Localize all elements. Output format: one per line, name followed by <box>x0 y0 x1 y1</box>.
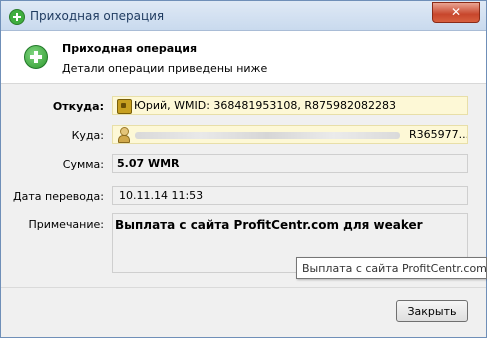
tooltip-text: Выплата с сайта ProfitCentr.com д <box>302 262 487 275</box>
blurred-recipient <box>135 132 400 139</box>
date-field[interactable]: 10.11.14 11:53 <box>112 186 468 205</box>
amount-value: 5.07 WMR <box>117 157 180 170</box>
wallet-icon <box>117 99 132 114</box>
user-icon <box>117 127 130 143</box>
window-close-button[interactable]: ✕ <box>432 2 480 23</box>
note-tooltip: Выплата с сайта ProfitCentr.com д <box>296 257 487 279</box>
close-icon: ✕ <box>450 5 462 19</box>
note-label: Примечание: <box>28 218 104 231</box>
from-value: Юрий, WMID: 368481953108, R875982082283 <box>134 99 397 112</box>
window-title: Приходная операция <box>30 9 165 23</box>
header-subtitle: Детали операции приведены ниже <box>62 62 268 75</box>
note-value: Выплата с сайта ProfitCentr.com для weak… <box>115 218 423 232</box>
title-bar[interactable]: Приходная операция ✕ <box>1 1 486 31</box>
from-label: Откуда: <box>52 100 104 113</box>
amount-field[interactable]: 5.07 WMR <box>112 154 468 173</box>
header-title: Приходная операция <box>62 42 198 55</box>
to-value: R365977... <box>409 128 468 141</box>
header-panel: Приходная операция Детали операции приве… <box>1 31 486 84</box>
footer-divider <box>1 287 486 288</box>
to-label: Куда: <box>71 129 104 142</box>
to-field[interactable]: R365977... <box>112 125 468 144</box>
close-button[interactable]: Закрыть <box>396 300 468 322</box>
add-circle-icon <box>9 9 25 25</box>
close-button-label: Закрыть <box>407 305 457 318</box>
amount-label: Сумма: <box>62 158 104 171</box>
date-value: 10.11.14 11:53 <box>119 189 204 202</box>
add-circle-icon <box>24 45 48 69</box>
date-label: Дата перевода: <box>13 190 104 203</box>
operation-window: Приходная операция ✕ Приходная операция … <box>0 0 487 338</box>
from-field[interactable]: Юрий, WMID: 368481953108, R875982082283 <box>112 96 468 115</box>
